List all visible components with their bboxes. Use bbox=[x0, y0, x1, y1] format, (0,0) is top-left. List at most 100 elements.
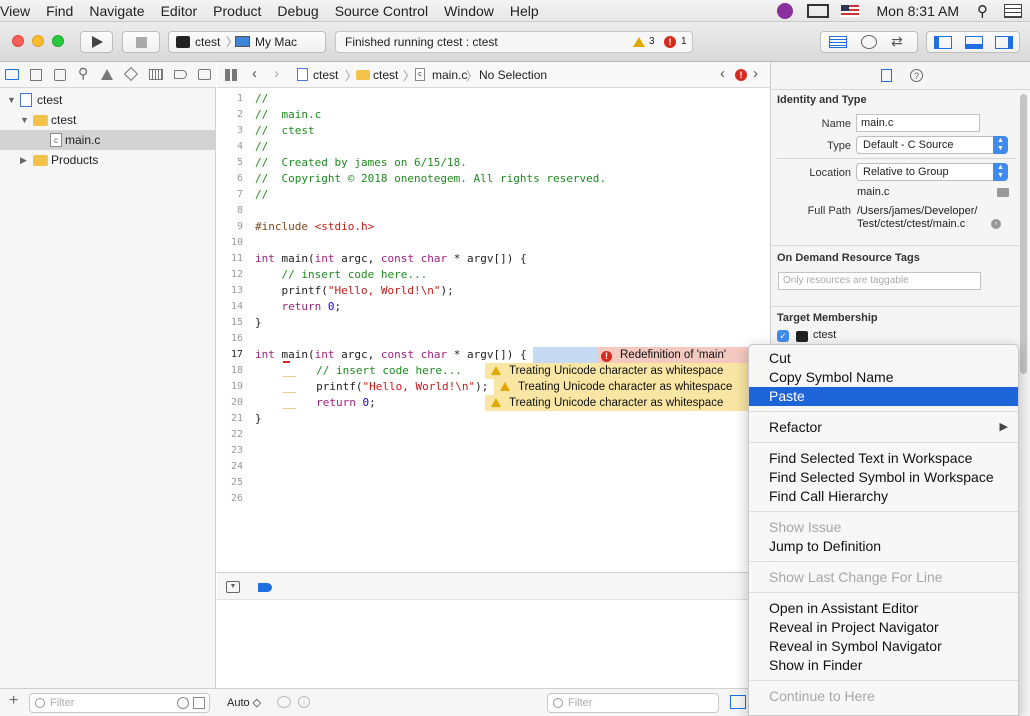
tree-row-project[interactable]: ▼ ctest bbox=[0, 90, 216, 110]
error-badge-icon[interactable]: ! bbox=[664, 36, 676, 48]
vpn-icon[interactable] bbox=[776, 3, 793, 19]
disclosure-open-icon[interactable]: ▼ bbox=[7, 90, 16, 110]
menu-item-reveal-project-navigator[interactable]: Reveal in Project Navigator bbox=[749, 618, 1018, 637]
back-icon[interactable]: ‹ bbox=[252, 65, 257, 82]
menu-source-control[interactable]: Source Control bbox=[327, 0, 436, 22]
menu-product[interactable]: Product bbox=[205, 0, 269, 22]
location-popup[interactable]: Relative to Group ▲ ▼ bbox=[856, 163, 1008, 181]
breakpoint-navigator-icon[interactable] bbox=[174, 70, 187, 79]
menu-item-show-in-finder[interactable]: Show in Finder bbox=[749, 656, 1018, 675]
info-icon[interactable]: i bbox=[298, 696, 310, 708]
name-field[interactable]: main.c bbox=[856, 114, 980, 132]
disclosure-open-icon[interactable]: ▼ bbox=[20, 110, 29, 130]
breadcrumb-file[interactable]: main.c bbox=[432, 68, 467, 82]
report-navigator-icon[interactable] bbox=[198, 69, 211, 80]
debug-navigator-icon[interactable] bbox=[149, 69, 163, 80]
display-icon[interactable] bbox=[806, 4, 829, 18]
assistant-editor-icon[interactable] bbox=[861, 35, 877, 49]
menu-window[interactable]: Window bbox=[436, 0, 502, 22]
stop-button[interactable] bbox=[122, 31, 160, 53]
quick-look-icon[interactable] bbox=[277, 696, 291, 708]
warning-annotation[interactable]: Treating Unicode character as whitespace bbox=[494, 379, 770, 395]
standard-editor-icon[interactable] bbox=[829, 36, 847, 48]
toggle-navigator-icon[interactable] bbox=[934, 36, 952, 49]
minimize-window-icon[interactable] bbox=[32, 35, 44, 47]
choose-folder-icon[interactable] bbox=[997, 188, 1009, 197]
flag-icon[interactable] bbox=[840, 5, 859, 17]
warning-badge-icon[interactable] bbox=[633, 37, 645, 47]
toggle-debug-area-icon[interactable] bbox=[965, 36, 983, 49]
menu-item-reveal-symbol-navigator[interactable]: Reveal in Symbol Navigator bbox=[749, 637, 1018, 656]
related-items-icon[interactable] bbox=[225, 69, 237, 81]
run-button[interactable] bbox=[80, 31, 113, 53]
tree-row-file-selected[interactable]: c main.c bbox=[0, 130, 216, 150]
tags-field[interactable]: Only resources are taggable bbox=[778, 272, 981, 290]
project-navigator-icon[interactable] bbox=[5, 69, 19, 80]
quick-help-icon[interactable]: ? bbox=[910, 69, 923, 82]
error-count[interactable]: 1 bbox=[681, 32, 687, 52]
menu-item-refactor[interactable]: Refactor ▶ bbox=[749, 418, 1018, 437]
symbol-navigator-icon[interactable] bbox=[54, 69, 66, 81]
menu-item-jump-to-definition[interactable]: Jump to Definition bbox=[749, 537, 1018, 556]
line-number: 10 bbox=[230, 237, 243, 248]
menu-item-find-call-hierarchy[interactable]: Find Call Hierarchy bbox=[749, 487, 1018, 506]
target-checkbox[interactable]: ✓ bbox=[777, 330, 789, 342]
breakpoints-toggle-icon[interactable] bbox=[258, 583, 272, 592]
scm-filter-icon[interactable] bbox=[193, 697, 205, 709]
version-editor-icon[interactable]: ⇄ bbox=[891, 33, 903, 50]
menu-help[interactable]: Help bbox=[502, 0, 547, 22]
split-view-icon[interactable] bbox=[730, 695, 746, 709]
scheme-selector[interactable]: ctest 〉 My Mac bbox=[168, 31, 326, 53]
forward-icon[interactable]: › bbox=[274, 65, 279, 82]
error-annotation[interactable]: ! Redefinition of 'main' bbox=[597, 347, 770, 363]
variables-scope-selector[interactable]: Auto ◇ bbox=[227, 696, 261, 709]
issue-navigator-icon[interactable] bbox=[101, 69, 113, 80]
notification-center-icon[interactable] bbox=[1004, 4, 1022, 18]
toggle-utilities-icon[interactable] bbox=[995, 36, 1013, 49]
menu-separator bbox=[749, 592, 1018, 593]
menu-item-paste[interactable]: Paste bbox=[749, 387, 1018, 406]
menu-item-copy-symbol-name[interactable]: Copy Symbol Name bbox=[749, 368, 1018, 387]
breadcrumb-project[interactable]: ctest bbox=[313, 68, 338, 82]
debug-console[interactable] bbox=[217, 600, 770, 688]
source-control-navigator-icon[interactable] bbox=[30, 69, 42, 81]
warning-icon bbox=[500, 382, 510, 391]
tree-row-products[interactable]: ▶ Products bbox=[0, 150, 216, 170]
reveal-in-finder-icon[interactable]: › bbox=[991, 219, 1001, 229]
menu-debug[interactable]: Debug bbox=[269, 0, 326, 22]
warning-annotation[interactable]: Treating Unicode character as whitespace bbox=[485, 363, 770, 379]
previous-issue-icon[interactable]: ‹ bbox=[720, 65, 725, 82]
warning-annotation[interactable]: Treating Unicode character as whitespace bbox=[485, 395, 770, 411]
menu-item-cut[interactable]: Cut bbox=[749, 349, 1018, 368]
tree-row-group[interactable]: ▼ ctest bbox=[0, 110, 216, 130]
hide-debug-area-icon[interactable]: ▼ bbox=[226, 581, 240, 593]
next-issue-icon[interactable]: › bbox=[753, 65, 758, 82]
activity-viewer[interactable]: Finished running ctest : ctest 3 ! 1 bbox=[335, 31, 693, 53]
warning-count[interactable]: 3 bbox=[649, 32, 655, 52]
find-navigator-icon[interactable]: ⚲ bbox=[78, 65, 88, 82]
menu-item-open-assistant-editor[interactable]: Open in Assistant Editor bbox=[749, 599, 1018, 618]
test-navigator-icon[interactable] bbox=[123, 66, 139, 82]
file-inspector-icon[interactable] bbox=[881, 69, 892, 82]
clock[interactable]: Mon 8:31 AM bbox=[877, 3, 960, 19]
zoom-window-icon[interactable] bbox=[52, 35, 64, 47]
disclosure-closed-icon[interactable]: ▶ bbox=[20, 150, 27, 170]
type-popup[interactable]: Default - C Source ▲ ▼ bbox=[856, 136, 1008, 154]
breadcrumb-group[interactable]: ctest bbox=[373, 68, 398, 82]
menu-find[interactable]: Find bbox=[38, 0, 81, 22]
recent-files-icon[interactable] bbox=[177, 697, 189, 709]
add-icon[interactable]: + bbox=[9, 692, 18, 710]
console-filter-input[interactable]: Filter bbox=[547, 693, 719, 713]
source-editor[interactable]: 1 2 3 4 5 6 7 8 9 10 11 12 13 14 15 16 1… bbox=[217, 88, 770, 572]
menu-view[interactable]: View bbox=[0, 0, 38, 22]
menu-item-find-selected-symbol[interactable]: Find Selected Symbol in Workspace bbox=[749, 468, 1018, 487]
menu-editor[interactable]: Editor bbox=[153, 0, 206, 22]
close-window-icon[interactable] bbox=[12, 35, 24, 47]
breadcrumb-symbol[interactable]: No Selection bbox=[479, 68, 547, 82]
spotlight-icon[interactable]: ⚲ bbox=[977, 2, 988, 20]
inspector-scrollbar[interactable] bbox=[1020, 94, 1027, 374]
issue-error-icon[interactable]: ! bbox=[735, 69, 747, 81]
menu-item-find-selected-text[interactable]: Find Selected Text in Workspace bbox=[749, 449, 1018, 468]
navigator-filter-input[interactable]: Filter bbox=[29, 693, 210, 713]
menu-navigate[interactable]: Navigate bbox=[81, 0, 152, 22]
